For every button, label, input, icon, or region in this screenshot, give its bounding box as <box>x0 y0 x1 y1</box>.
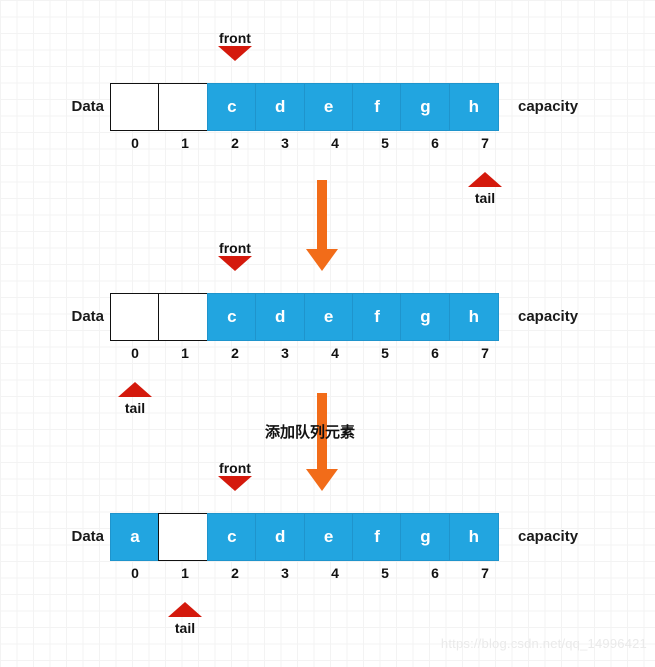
row-3-cell-4: e <box>303 513 354 561</box>
row-3-index-5: 5 <box>381 565 389 581</box>
tail-up-arrow-icon <box>118 382 152 397</box>
row-1-tail-pointer: tail <box>460 172 510 206</box>
row-2-index-5: 5 <box>381 345 389 361</box>
row-1-cell-2: c <box>206 83 257 131</box>
row-3-index-1: 1 <box>181 565 189 581</box>
row-2-index-4: 4 <box>331 345 339 361</box>
row-1-tail-label: tail <box>474 190 496 206</box>
row-3-cell-3: d <box>255 513 306 561</box>
flow-arrow-1-head-icon <box>306 249 338 271</box>
row-3-index-6: 6 <box>431 565 439 581</box>
row-3-index-3: 3 <box>281 565 289 581</box>
row-2-cells: c d e f g h <box>110 293 499 341</box>
row-1-index-7: 7 <box>481 135 489 151</box>
tail-up-arrow-icon <box>168 602 202 617</box>
row-2-index-7: 7 <box>481 345 489 361</box>
watermark: https://blog.csdn.net/qq_14996421 <box>440 636 647 651</box>
row-2-cell-7: h <box>448 293 499 341</box>
diagram-canvas: Data capacity c d e f g h 0 1 2 3 4 5 6 … <box>0 0 655 667</box>
row-1-data-label: Data <box>71 98 104 115</box>
row-2-index-1: 1 <box>181 345 189 361</box>
row-3-capacity-label: capacity <box>518 528 579 545</box>
row-3-cell-6: g <box>400 513 451 561</box>
row-3-tail-label: tail <box>174 620 196 636</box>
row-3-cell-0: a <box>110 513 160 561</box>
flow-arrow-1-shaft <box>317 180 327 250</box>
row-3-index-4: 4 <box>331 565 339 581</box>
row-1-index-6: 6 <box>431 135 439 151</box>
row-3-front-pointer: front <box>210 460 260 491</box>
row-1-cell-6: g <box>400 83 451 131</box>
row-1-front-label: front <box>219 30 251 46</box>
row-1-index-1: 1 <box>181 135 189 151</box>
row-3-cell-2: c <box>206 513 257 561</box>
row-3-cells: a c d e f g h <box>110 513 499 561</box>
row-2-cell-4: e <box>303 293 354 341</box>
row-3-front-label: front <box>219 460 251 476</box>
row-2-cell-5: f <box>352 293 403 341</box>
row-2-index-3: 3 <box>281 345 289 361</box>
front-down-arrow-icon <box>218 256 252 271</box>
flow-arrow-2-caption: 添加队列元素 <box>265 423 356 441</box>
flow-arrow-1 <box>306 180 338 271</box>
row-3-cell-7: h <box>448 513 499 561</box>
row-2-cell-2: c <box>206 293 257 341</box>
row-1-capacity-label: capacity <box>518 98 579 115</box>
row-1-front-pointer: front <box>210 30 260 61</box>
row-2-cell-1 <box>158 293 209 341</box>
row-2-tail-label: tail <box>124 400 146 416</box>
row-2-index-0: 0 <box>131 345 139 361</box>
row-1-cell-4: e <box>303 83 354 131</box>
row-3-data-label: Data <box>71 528 104 545</box>
flow-arrow-2 <box>306 393 338 491</box>
front-down-arrow-icon <box>218 476 252 491</box>
row-3-cell-1 <box>158 513 209 561</box>
row-2-index-2: 2 <box>231 345 239 361</box>
row-1-index-2: 2 <box>231 135 239 151</box>
row-3-cell-5: f <box>352 513 403 561</box>
row-3-indices: 0 1 2 3 4 5 6 7 <box>110 565 510 581</box>
row-2-cell-3: d <box>255 293 306 341</box>
row-2-tail-pointer: tail <box>110 382 160 416</box>
row-3-index-2: 2 <box>231 565 239 581</box>
row-2-front-pointer: front <box>210 240 260 271</box>
row-2-capacity-label: capacity <box>518 308 579 325</box>
front-down-arrow-icon <box>218 46 252 61</box>
row-1-cells: c d e f g h <box>110 83 499 131</box>
row-2-cell-0 <box>110 293 160 341</box>
row-1-index-3: 3 <box>281 135 289 151</box>
row-1-indices: 0 1 2 3 4 5 6 7 <box>110 135 510 151</box>
row-1-index-4: 4 <box>331 135 339 151</box>
row-1-index-0: 0 <box>131 135 139 151</box>
row-2-index-6: 6 <box>431 345 439 361</box>
row-1-cell-5: f <box>352 83 403 131</box>
row-3-index-0: 0 <box>131 565 139 581</box>
row-1-index-5: 5 <box>381 135 389 151</box>
row-2-front-label: front <box>219 240 251 256</box>
row-3-index-7: 7 <box>481 565 489 581</box>
tail-up-arrow-icon <box>468 172 502 187</box>
row-2-indices: 0 1 2 3 4 5 6 7 <box>110 345 510 361</box>
row-1-cell-3: d <box>255 83 306 131</box>
row-2-cell-6: g <box>400 293 451 341</box>
row-1-cell-0 <box>110 83 160 131</box>
row-3-tail-pointer: tail <box>160 602 210 636</box>
row-1-cell-1 <box>158 83 209 131</box>
flow-arrow-2-head-icon <box>306 469 338 491</box>
row-2-data-label: Data <box>71 308 104 325</box>
row-1-cell-7: h <box>448 83 499 131</box>
